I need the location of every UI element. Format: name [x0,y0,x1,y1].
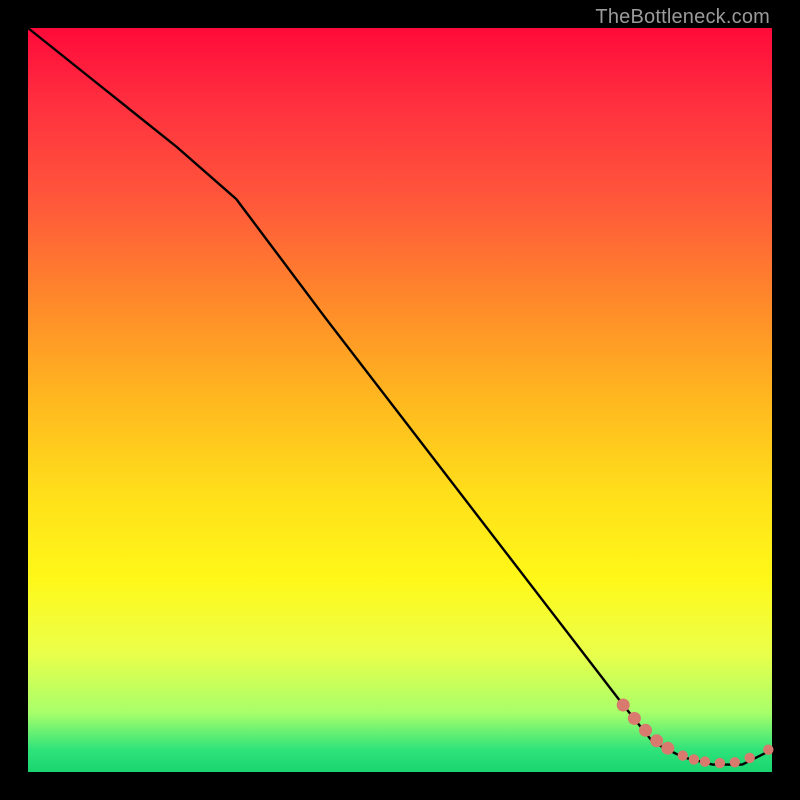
chart-frame: TheBottleneck.com [0,0,800,800]
marker-dot [617,699,630,712]
marker-dot [745,753,755,763]
plot-area [28,28,772,772]
chart-svg [28,28,772,772]
marker-dot [700,756,710,766]
marker-dot [689,754,699,764]
marker-dot [730,757,740,767]
marker-dot [763,745,773,755]
marker-dot [715,758,725,768]
watermark-text: TheBottleneck.com [595,6,770,29]
marker-dot [661,742,674,755]
marker-dot [628,712,641,725]
marker-dot [639,724,652,737]
marker-dot [650,734,663,747]
bottleneck-curve-line [28,28,772,765]
marker-group [617,699,774,769]
marker-dot [678,750,688,760]
